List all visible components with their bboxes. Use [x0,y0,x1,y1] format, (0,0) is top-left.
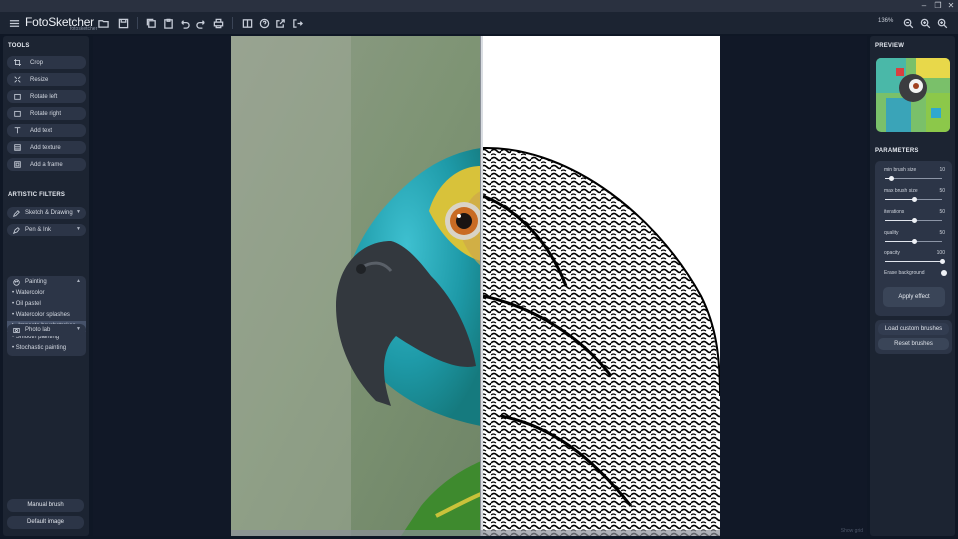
reset-brushes-button[interactable]: Reset brushes [878,338,949,350]
param-label-quality: quality [884,230,899,236]
slider-thumb[interactable] [940,259,945,264]
apply-effect-button[interactable]: Apply effect [883,287,945,307]
param-value-opacity: 100 [936,250,945,256]
chevron-up-icon: ▲ [76,278,81,284]
max-brush-slider[interactable] [885,197,942,202]
filter-watercolor[interactable]: • Watercolor [7,288,86,299]
left-panel: TOOLS Crop Resize Rotate left Rotate rig… [3,36,89,536]
iterations-slider[interactable] [885,218,942,223]
param-label-max-brush: max brush size [884,188,918,194]
hamburger-menu-icon[interactable] [7,16,21,30]
redo-icon[interactable] [194,16,208,30]
frame-icon [12,161,22,168]
main-toolbar: FotoSketcher fotosketcher 136% [0,12,958,34]
parameters-box: min brush size 10 max brush size 50 iter… [875,161,952,316]
zoom-out-icon[interactable] [901,16,915,30]
texture-icon [12,144,22,151]
app-subtitle: fotosketcher [70,26,98,32]
photo-lab-dropdown[interactable]: Photo lab ▼ [7,324,86,336]
help-icon[interactable] [257,16,271,30]
close-icon[interactable]: ✕ [945,0,957,12]
right-panel: PREVIEW PARAMETERS min brush size 10 max… [870,36,955,536]
copy-icon[interactable] [144,16,158,30]
resize-icon [12,76,22,83]
crop-button[interactable]: Crop [7,56,86,69]
preview-thumbnail [876,58,950,132]
param-label-min-brush: min brush size [884,167,917,173]
add-frame-button[interactable]: Add a frame [7,158,86,171]
text-icon [12,127,22,134]
param-value-quality: 50 [939,230,945,236]
quality-slider[interactable] [885,239,942,244]
load-custom-brushes-button[interactable]: Load custom brushes [878,323,949,335]
paste-icon[interactable] [161,16,175,30]
slider-thumb[interactable] [888,176,894,181]
min-brush-slider[interactable] [885,176,942,181]
pencil-icon [12,209,20,217]
title-bar: – ❐ ✕ [0,0,958,12]
show-grid-toggle[interactable]: Show grid [841,528,863,534]
save-icon[interactable] [116,16,130,30]
crop-icon [12,59,22,66]
rotate-right-icon [12,110,22,117]
param-value-min-brush: 10 [939,167,945,173]
param-value-max-brush: 50 [939,188,945,194]
open-folder-icon[interactable] [96,16,110,30]
horizontal-scrollbar[interactable] [231,530,720,536]
pen-icon [12,226,20,234]
default-image-button[interactable]: Default image [7,516,84,529]
slider-thumb[interactable] [911,218,917,223]
slider-thumb[interactable] [911,197,917,202]
preview-title: PREVIEW [875,43,905,49]
exit-icon[interactable] [290,16,304,30]
minimize-icon[interactable]: – [918,0,930,12]
restore-icon[interactable]: ❐ [932,0,944,12]
image-canvas[interactable] [231,36,720,536]
slider-fill [885,261,942,262]
rotate-left-button[interactable]: Rotate left [7,90,86,103]
opacity-slider[interactable] [885,259,945,264]
split-divider[interactable] [480,36,483,536]
param-label-iterations: iterations [884,209,905,215]
slider-fill [885,199,914,200]
chevron-down-icon: ▼ [76,209,81,215]
pen-ink-dropdown[interactable]: Pen & Ink ▼ [7,224,86,236]
filter-stochastic-painting[interactable]: • Stochastic painting [7,343,86,354]
manual-brush-button[interactable]: Manual brush [7,499,84,512]
sketch-drawing-dropdown[interactable]: Sketch & Drawing ▼ [7,207,86,219]
chevron-down-icon: ▼ [76,226,81,232]
add-texture-button[interactable]: Add texture [7,141,86,154]
add-text-button[interactable]: Add text [7,124,86,137]
print-icon[interactable] [211,16,225,30]
zoom-in-icon[interactable] [918,16,932,30]
slider-fill [885,220,914,221]
photo-icon [12,327,20,334]
parrot-image [231,36,720,536]
rotate-left-icon [12,93,22,100]
tools-title: TOOLS [8,43,30,49]
parameters-title: PARAMETERS [875,148,919,154]
rotate-right-button[interactable]: Rotate right [7,107,86,120]
canvas-area[interactable]: Show grid [93,36,867,536]
slider-thumb[interactable] [911,239,917,244]
param-label-opacity: opacity [884,250,900,256]
param-value-iterations: 50 [939,209,945,215]
brushes-box: Load custom brushes Reset brushes [875,320,952,354]
palette-icon [12,278,20,286]
share-icon[interactable] [273,16,287,30]
undo-icon[interactable] [177,16,191,30]
painting-group: Painting ▲ • Watercolor • Oil pastel • W… [7,276,86,356]
resize-button[interactable]: Resize [7,73,86,86]
filter-oil-pastel[interactable]: • Oil pastel [7,299,86,310]
split-view-icon[interactable] [240,16,254,30]
painting-dropdown[interactable]: Painting ▲ [7,276,86,288]
filter-watercolor-splashes[interactable]: • Watercolor splashes [7,310,86,321]
erase-background-toggle[interactable] [941,270,947,276]
chevron-down-icon: ▼ [76,326,81,332]
artistic-filters-title: ARTISTIC FILTERS [8,192,66,198]
slider-fill [885,241,914,242]
zoom-fit-icon[interactable] [935,16,949,30]
zoom-level: 136% [878,18,894,24]
erase-background-label: Erase background [884,270,925,276]
